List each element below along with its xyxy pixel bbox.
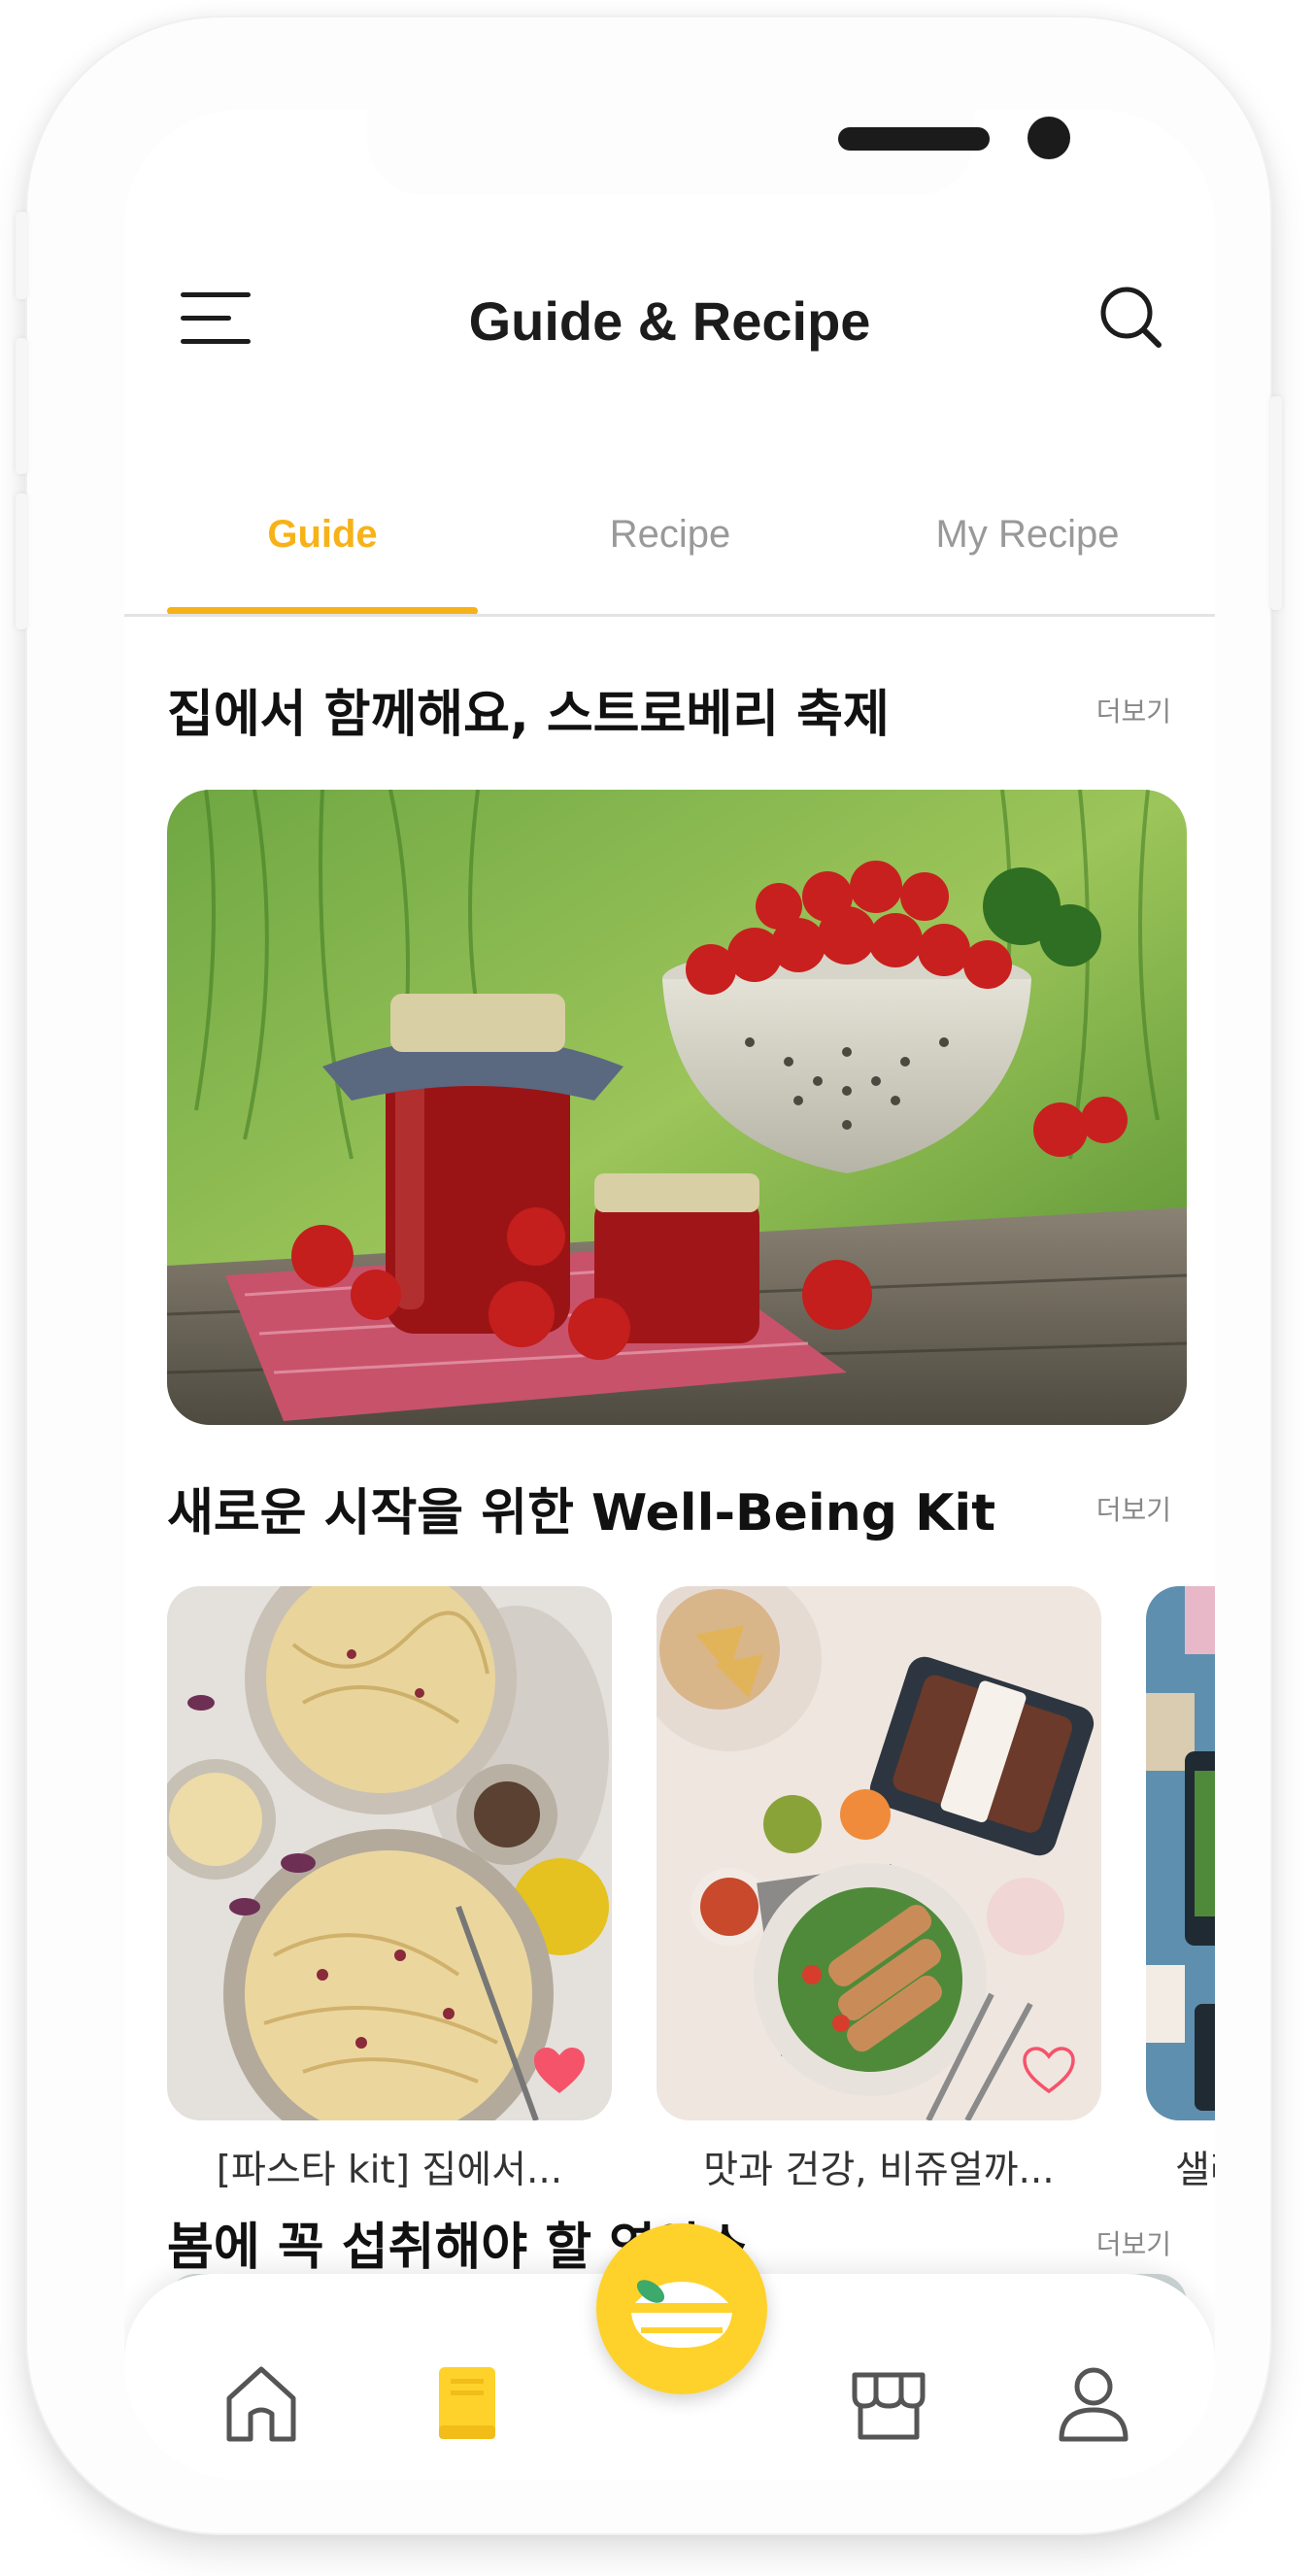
- profile-icon[interactable]: [1052, 2361, 1135, 2445]
- like-heart-outline-icon[interactable]: [1022, 2047, 1076, 2095]
- kit-card-pasta[interactable]: [파스타 kit] 집에서...: [167, 1586, 612, 2194]
- tab-recipe[interactable]: Recipe: [515, 513, 825, 557]
- more-link-nutrients[interactable]: 더보기: [1096, 2223, 1171, 2262]
- front-camera: [1028, 117, 1070, 159]
- book-icon[interactable]: [425, 2361, 509, 2445]
- center-action-button[interactable]: [596, 2223, 767, 2394]
- volume-down-button: [16, 493, 27, 629]
- kit-card-caption: 샐러: [1175, 2149, 1215, 2192]
- device-notch: [367, 110, 1070, 195]
- tab-my-recipe[interactable]: My Recipe: [872, 513, 1183, 557]
- salad-kit-image: [1146, 1586, 1215, 2120]
- kit-card-caption: 맛과 건강, 비쥬얼까...: [703, 2149, 1055, 2192]
- section-title-strawberry: 집에서 함께해요, 스트로베리 축제: [167, 686, 890, 744]
- tab-guide[interactable]: Guide: [167, 513, 478, 557]
- more-link-wellbeing-kit[interactable]: 더보기: [1096, 1489, 1171, 1528]
- app-screen: Guide & Recipe Guide Recipe My Recipe 집에…: [124, 110, 1215, 2480]
- tab-bar: Guide Recipe My Recipe: [124, 513, 1215, 610]
- kit-card-chicken-meal[interactable]: 맛과 건강, 비쥬얼까...: [657, 1586, 1101, 2194]
- section-title-wellbeing-kit: 새로운 시작을 위한 Well-Being Kit: [167, 1484, 996, 1542]
- phone-frame: Guide & Recipe Guide Recipe My Recipe 집에…: [16, 17, 1282, 2533]
- salad-bowl-icon: [631, 2280, 732, 2348]
- speaker-grille: [838, 127, 990, 151]
- tab-divider: [124, 614, 1215, 617]
- kit-card-salad[interactable]: 샐러: [1146, 1586, 1215, 2194]
- search-icon[interactable]: [1098, 285, 1162, 349]
- strawberry-banner-image[interactable]: [167, 790, 1187, 1425]
- more-link-strawberry[interactable]: 더보기: [1096, 691, 1171, 729]
- store-icon[interactable]: [847, 2361, 930, 2445]
- pasta-kit-image: [167, 1586, 612, 2120]
- like-heart-icon[interactable]: [532, 2047, 587, 2095]
- chicken-meal-kit-image: [657, 1586, 1101, 2120]
- volume-up-button: [16, 338, 27, 474]
- mute-switch: [16, 212, 27, 299]
- power-button: [1270, 396, 1282, 610]
- home-icon[interactable]: [219, 2361, 303, 2445]
- page-title: Guide & Recipe: [468, 290, 871, 352]
- kit-card-caption: [파스타 kit] 집에서...: [216, 2149, 563, 2192]
